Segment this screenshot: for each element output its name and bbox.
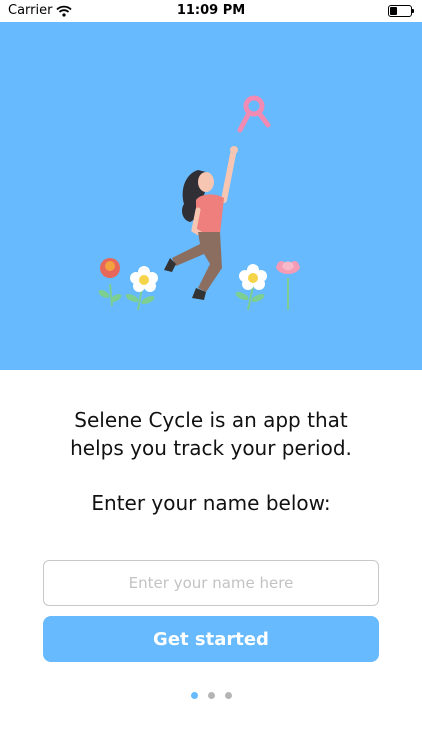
intro-line-1: Selene Cycle is an app that xyxy=(74,408,348,432)
pink-ribbon-icon xyxy=(237,95,271,133)
get-started-button[interactable]: Get started xyxy=(43,616,379,662)
intro-line-2: helps you track your period. xyxy=(70,436,352,460)
name-prompt: Enter your name below: xyxy=(91,491,331,515)
name-input[interactable] xyxy=(43,560,379,606)
flower-white-right xyxy=(235,264,267,311)
flower-pink xyxy=(276,261,300,310)
flower-red xyxy=(98,258,122,307)
woman-reaching-for-ribbon-illustration xyxy=(98,95,300,311)
page-dot[interactable] xyxy=(190,692,198,699)
battery-icon xyxy=(388,5,414,17)
hero-banner xyxy=(0,22,422,370)
flower-white-left xyxy=(125,266,158,311)
battery-level xyxy=(390,7,397,15)
intro-text: Selene Cycle is an app that helps you tr… xyxy=(0,406,422,462)
page-dot[interactable] xyxy=(207,692,215,699)
page-indicator xyxy=(0,692,422,699)
page-dot[interactable] xyxy=(224,692,232,699)
clock: 11:09 PM xyxy=(176,3,246,18)
status-bar: Carrier 11:09 PM xyxy=(0,0,422,22)
woman-figure xyxy=(164,146,238,300)
